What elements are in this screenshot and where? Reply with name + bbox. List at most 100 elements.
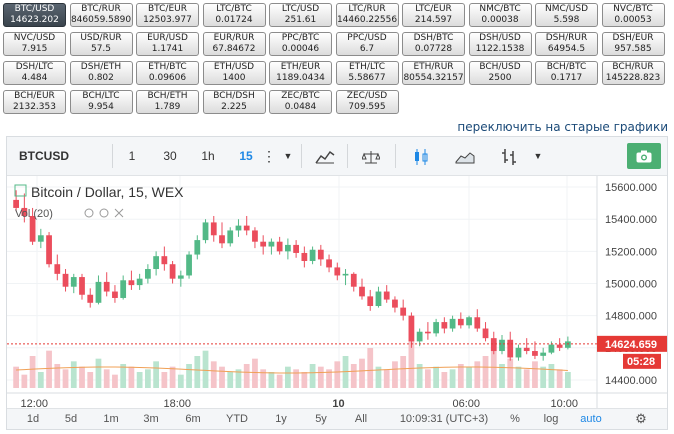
pair-button-dsh-btc[interactable]: DSH/BTC 0.07728 (402, 32, 465, 56)
pair-button-dsh-ltc[interactable]: DSH/LTC 4.484 (3, 61, 66, 85)
volume-bar (334, 361, 341, 388)
pair-button-zec-usd[interactable]: ZEC/USD 709.595 (335, 90, 399, 114)
indicators-icon[interactable] (307, 137, 343, 175)
range-1m[interactable]: 1m (93, 409, 129, 429)
pair-button-dsh-usd[interactable]: DSH/USD 1122.1538 (468, 32, 532, 56)
switch-old-charts-link[interactable]: переключить на старые графики (457, 120, 668, 134)
candlestick-chart[interactable]: 15600.000 15400.000 15200.000 15000.000 1480… (7, 176, 667, 410)
candle-body (153, 256, 159, 270)
pair-button-ltc-usd[interactable]: LTC/USD 251.61 (269, 3, 332, 27)
candle-body (457, 318, 464, 326)
pair-button-bch-eur[interactable]: BCH/EUR 2132.353 (3, 90, 66, 114)
pair-button-bch-eth[interactable]: BCH/ETH 1.789 (136, 90, 199, 114)
chart-toolbar: BTCUSD 1 30 1h 15 ⋮ ▼ ▼ (7, 137, 667, 176)
pair-button-nmc-usd[interactable]: NMC/USD 5.598 (535, 3, 598, 27)
volume-bar (276, 374, 283, 388)
scales-icon[interactable] (353, 137, 389, 175)
range-6m[interactable]: 6m (175, 409, 211, 429)
pair-button-bch-ltc[interactable]: BCH/LTC 9.954 (69, 90, 133, 114)
candle-body (177, 275, 184, 279)
pair-button-ltc-btc[interactable]: LTC/BTC 0.01724 (202, 3, 266, 27)
volume-bar (532, 361, 538, 388)
area-chart-icon[interactable] (447, 137, 483, 175)
pair-button-bch-btc[interactable]: BCH/BTC 0.1717 (535, 61, 598, 85)
chart-widget: BTCUSD 1 30 1h 15 ⋮ ▼ ▼ 15600.00015400. (6, 136, 668, 430)
candlestick-icon[interactable] (403, 137, 439, 175)
candle-body (309, 249, 316, 261)
pair-name: DSH/USD (479, 33, 521, 43)
auto-toggle[interactable]: auto (573, 409, 609, 429)
pair-button-ltc-rur[interactable]: LTC/RUR 14460.22556 (335, 3, 399, 27)
range-1y[interactable]: 1y (263, 409, 299, 429)
pair-button-btc-rur[interactable]: BTC/RUR 846059.5890 (69, 3, 133, 27)
pair-button-dsh-rur[interactable]: DSH/RUR 64954.5 (535, 32, 598, 56)
pair-button-bch-rur[interactable]: BCH/RUR 145228.823 (601, 61, 665, 85)
log-toggle[interactable]: log (535, 409, 567, 429)
pair-button-dsh-eur[interactable]: DSH/EUR 957.585 (601, 32, 665, 56)
chevron-down-icon[interactable]: ▼ (529, 137, 547, 175)
chart-pane[interactable]: 15600.000 15400.000 15200.000 15000.000 1480… (7, 176, 667, 414)
pair-name: DSH/ETH (80, 62, 122, 72)
pair-button-eth-ltc[interactable]: ETH/LTC 5.58677 (335, 61, 399, 85)
range-5d[interactable]: 5d (53, 409, 89, 429)
pair-name: LTC/RUR (348, 4, 386, 14)
pair-rate: 5.598 (553, 15, 580, 25)
volume-bar (268, 372, 275, 388)
pair-button-ppc-usd[interactable]: PPC/USD 6.7 (335, 32, 399, 56)
range-5y[interactable]: 5y (303, 409, 339, 429)
candle-body (499, 339, 505, 352)
pair-name: ETH/BTC (148, 62, 187, 72)
pair-button-nvc-usd[interactable]: NVC/USD 7.915 (3, 32, 66, 56)
gear-icon[interactable]: ⚙ (629, 409, 653, 429)
range-ytd[interactable]: YTD (217, 409, 257, 429)
pair-rate: 2132.353 (13, 102, 56, 112)
pair-rate: 0.07728 (414, 44, 453, 54)
pair-button-eth-rur[interactable]: ETH/RUR 80554.32157 (402, 61, 465, 85)
interval-1[interactable]: 1 (113, 137, 151, 175)
bar-chart-style-icon[interactable] (491, 137, 527, 175)
pair-button-nmc-btc[interactable]: NMC/BTC 0.00038 (468, 3, 532, 27)
symbol-search[interactable]: BTCUSD (15, 137, 115, 175)
pair-button-bch-dsh[interactable]: BCH/DSH 2.225 (202, 90, 266, 114)
pair-button-ppc-btc[interactable]: PPC/BTC 0.00046 (269, 32, 332, 56)
candle-body (515, 347, 522, 358)
pair-button-btc-usd[interactable]: BTC/USD 14623.202 (3, 3, 66, 27)
candle-body (441, 322, 448, 329)
chevron-down-icon[interactable]: ▼ (279, 137, 297, 175)
volume-bar (301, 372, 308, 388)
candle-body (293, 244, 299, 253)
pair-button-usd-rur[interactable]: USD/RUR 57.5 (69, 32, 133, 56)
pair-button-zec-btc[interactable]: ZEC/BTC 0.0484 (269, 90, 332, 114)
eye-icon (84, 208, 94, 218)
chart-legend-title: Bitcoin / Dollar, 15, WEX (31, 184, 184, 200)
candle-body (449, 318, 456, 329)
pair-name: BTC/EUR (148, 4, 187, 14)
pair-name: NMC/USD (544, 4, 589, 14)
volume-bar (145, 369, 151, 388)
pair-button-nvc-btc[interactable]: NVC/BTC 0.00053 (601, 3, 665, 27)
interval-30[interactable]: 30 (151, 137, 189, 175)
pair-button-btc-eur[interactable]: BTC/EUR 12503.977 (136, 3, 199, 27)
pair-name: EUR/USD (147, 33, 188, 43)
pair-name: ZEC/USD (346, 91, 388, 101)
range-3m[interactable]: 3m (133, 409, 169, 429)
pair-button-eur-rur[interactable]: EUR/RUR 67.84672 (202, 32, 266, 56)
camera-icon[interactable] (627, 143, 661, 169)
pair-button-bch-usd[interactable]: BCH/USD 2500 (468, 61, 532, 85)
percent-toggle[interactable]: % (503, 409, 527, 429)
pair-button-ltc-eur[interactable]: LTC/EUR 214.597 (402, 3, 465, 27)
candle-body (556, 344, 563, 348)
pair-button-eur-usd[interactable]: EUR/USD 1.1741 (136, 32, 199, 56)
vertical-dots-icon[interactable]: ⋮ (259, 137, 279, 175)
pair-button-eth-eur[interactable]: ETH/EUR 1189.0434 (269, 61, 332, 85)
volume-bar (202, 350, 209, 388)
interval-1h[interactable]: 1h (189, 137, 227, 175)
pair-rate: 12503.977 (143, 15, 192, 25)
pair-button-dsh-eth[interactable]: DSH/ETH 0.802 (69, 61, 133, 85)
pair-button-eth-usd[interactable]: ETH/USD 1400 (202, 61, 266, 85)
candle-body (268, 241, 275, 247)
pair-button-eth-btc[interactable]: ETH/BTC 0.09606 (136, 61, 199, 85)
range-all[interactable]: All (343, 409, 379, 429)
clock-time[interactable]: 10:09:31 (UTC+3) (389, 409, 499, 429)
range-1d[interactable]: 1d (15, 409, 51, 429)
